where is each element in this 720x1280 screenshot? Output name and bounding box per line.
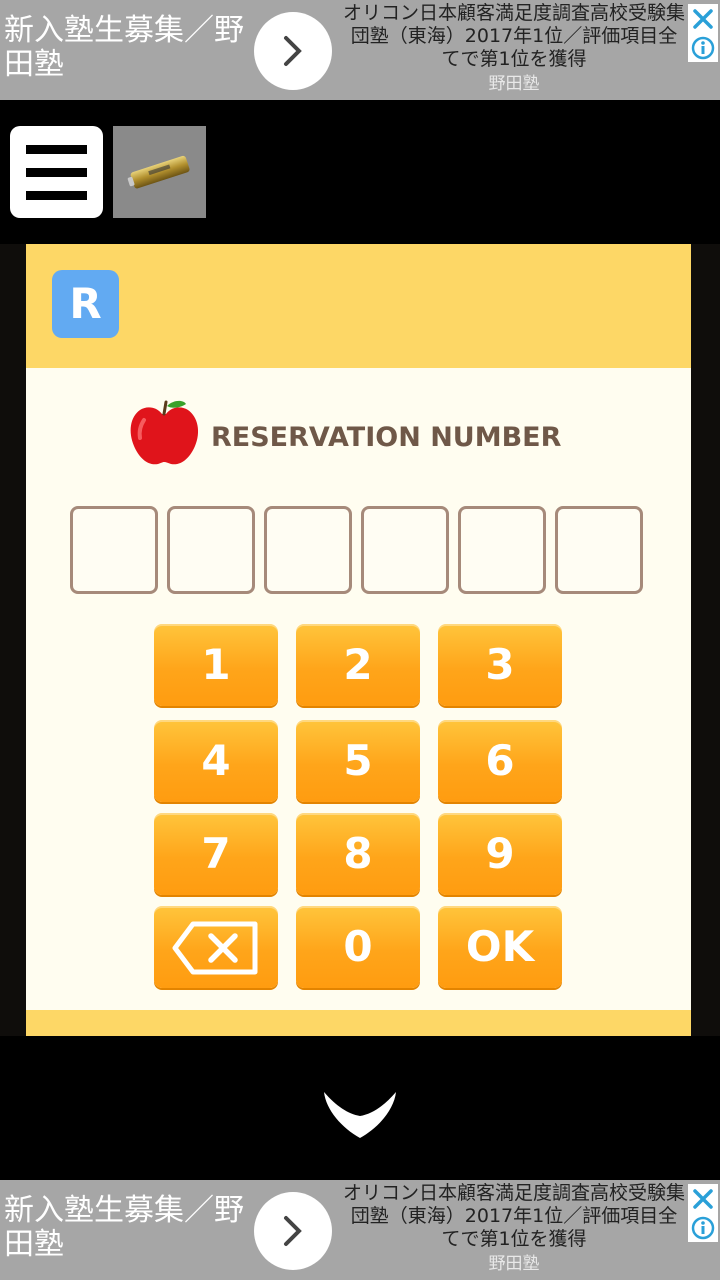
key-4-button[interactable]: 4: [154, 720, 278, 802]
hamburger-icon: [26, 191, 87, 200]
hamburger-icon: [26, 145, 87, 154]
close-icon: [693, 1189, 713, 1209]
ad-info-button[interactable]: [688, 1214, 718, 1242]
chevron-right-icon: [284, 1216, 302, 1246]
key-0-button[interactable]: 0: [296, 906, 420, 988]
code-digit-box: [264, 506, 352, 594]
close-icon: [693, 9, 713, 29]
inventory-slot-battery[interactable]: [113, 126, 206, 218]
chevron-right-icon: [284, 36, 302, 66]
battery-icon: [127, 155, 190, 189]
panel-footer: [26, 1010, 691, 1036]
panel-header: R: [26, 244, 691, 368]
ad-headline[interactable]: 新入塾生募集／野田塾: [4, 1194, 244, 1262]
info-icon: [691, 1216, 715, 1240]
key-6-button[interactable]: 6: [438, 720, 562, 802]
ad-description[interactable]: オリコン日本顧客満足度調査高校受験集団塾（東海）2017年1位／評価項目全てで第…: [342, 1182, 686, 1251]
menu-button[interactable]: [10, 126, 103, 218]
code-digit-box: [361, 506, 449, 594]
key-8-button[interactable]: 8: [296, 813, 420, 895]
key-3-button[interactable]: 3: [438, 624, 562, 706]
apple-icon: [130, 400, 199, 465]
ad-open-button[interactable]: [254, 1192, 332, 1270]
backspace-button[interactable]: [154, 906, 278, 988]
key-5-button[interactable]: 5: [296, 720, 420, 802]
reservation-panel: R RESERVATION NUMBER 1 2 3 4 5 6 7 8 9 0…: [26, 244, 691, 1036]
ad-info-button[interactable]: [688, 34, 718, 62]
code-digit-box: [167, 506, 255, 594]
key-9-button[interactable]: 9: [438, 813, 562, 895]
panel-title: RESERVATION NUMBER: [211, 422, 562, 453]
ad-banner-bottom[interactable]: 新入塾生募集／野田塾 オリコン日本顧客満足度調査高校受験集団塾（東海）2017年…: [0, 1180, 720, 1280]
hamburger-icon: [26, 168, 87, 177]
ad-description[interactable]: オリコン日本顧客満足度調査高校受験集団塾（東海）2017年1位／評価項目全てで第…: [342, 2, 686, 71]
ad-open-button[interactable]: [254, 12, 332, 90]
chevron-down-icon[interactable]: [322, 1088, 398, 1140]
ad-banner-top[interactable]: 新入塾生募集／野田塾 オリコン日本顧客満足度調査高校受験集団塾（東海）2017年…: [0, 0, 720, 100]
ad-close-button[interactable]: [688, 1184, 718, 1214]
key-2-button[interactable]: 2: [296, 624, 420, 706]
key-7-button[interactable]: 7: [154, 813, 278, 895]
backspace-icon: [172, 921, 258, 975]
ad-close-button[interactable]: [688, 4, 718, 34]
r-logo-badge: R: [52, 270, 119, 338]
code-digit-box: [555, 506, 643, 594]
ad-source: 野田塾: [488, 1254, 540, 1274]
key-1-button[interactable]: 1: [154, 624, 278, 706]
code-digit-box: [70, 506, 158, 594]
info-icon: [691, 36, 715, 60]
code-digit-box: [458, 506, 546, 594]
ad-source: 野田塾: [488, 74, 540, 94]
ok-button[interactable]: OK: [438, 906, 562, 988]
ad-headline[interactable]: 新入塾生募集／野田塾: [4, 14, 244, 82]
